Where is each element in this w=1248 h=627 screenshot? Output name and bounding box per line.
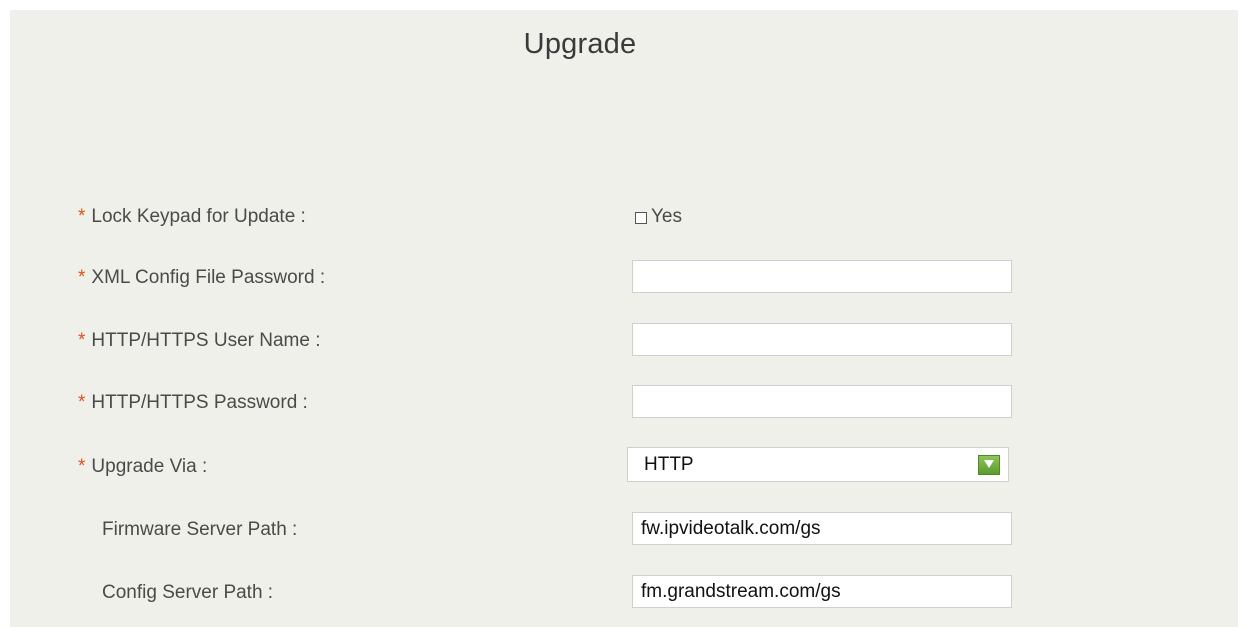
http-user-name-input[interactable] [632, 323, 1012, 356]
required-marker: * [78, 206, 86, 227]
required-marker: * [78, 330, 86, 351]
required-marker: * [78, 456, 86, 477]
lock-keypad-label: * Lock Keypad for Update : [78, 197, 306, 237]
http-password-row: * HTTP/HTTPS Password : [10, 383, 1238, 423]
required-marker: * [78, 392, 86, 413]
config-server-path-label: Config Server Path : [102, 582, 274, 603]
xml-config-password-label-text: XML Config File Password : [91, 267, 326, 288]
chevron-down-icon[interactable] [978, 455, 1000, 475]
config-server-path-row: Config Server Path : [10, 573, 1238, 613]
upgrade-panel: Upgrade * Lock Keypad for Update : Yes * X… [10, 10, 1238, 627]
firmware-server-path-label: Firmware Server Path : [102, 519, 298, 540]
lock-keypad-checkbox-label: Yes [651, 206, 682, 227]
http-user-name-label-text: HTTP/HTTPS User Name : [91, 330, 321, 351]
required-marker: * [78, 267, 86, 288]
upgrade-via-row: * Upgrade Via : HTTP [10, 447, 1238, 487]
http-password-label: * HTTP/HTTPS Password : [78, 383, 308, 423]
http-user-name-label: * HTTP/HTTPS User Name : [78, 321, 320, 361]
lock-keypad-checkbox-group[interactable]: Yes [635, 197, 682, 237]
http-password-input[interactable] [632, 385, 1012, 418]
xml-config-password-label: * XML Config File Password : [78, 258, 325, 298]
firmware-server-path-input[interactable] [632, 512, 1012, 545]
page-title: Upgrade [523, 28, 637, 60]
upgrade-via-select[interactable]: HTTP [627, 447, 1009, 482]
http-password-label-text: HTTP/HTTPS Password : [91, 392, 308, 413]
xml-config-password-row: * XML Config File Password : [10, 258, 1238, 298]
upgrade-via-label-text: Upgrade Via : [91, 456, 208, 477]
lock-keypad-row: * Lock Keypad for Update : Yes [10, 197, 1238, 237]
lock-keypad-checkbox[interactable] [635, 212, 647, 224]
config-server-path-input[interactable] [632, 575, 1012, 608]
http-user-name-row: * HTTP/HTTPS User Name : [10, 321, 1238, 361]
xml-config-password-input[interactable] [632, 260, 1012, 293]
upgrade-via-selected-value: HTTP [644, 454, 694, 475]
lock-keypad-label-text: Lock Keypad for Update : [91, 206, 306, 227]
upgrade-via-label: * Upgrade Via : [78, 447, 207, 487]
firmware-server-path-row: Firmware Server Path : [10, 510, 1238, 550]
